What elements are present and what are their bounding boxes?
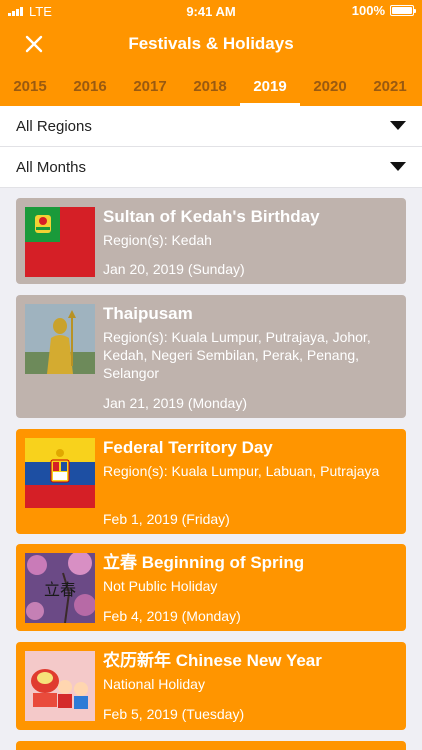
lion-dance-image bbox=[25, 651, 95, 721]
murugan-statue-image bbox=[25, 304, 95, 374]
holiday-region: Not Public Holiday bbox=[103, 578, 218, 594]
status-right: 100% bbox=[351, 3, 416, 18]
tab-year-2015[interactable]: 2015 bbox=[0, 66, 60, 106]
region-filter-label: All Regions bbox=[16, 118, 92, 135]
holiday-date: Feb 1, 2019 (Friday) bbox=[103, 511, 230, 527]
month-filter[interactable]: All Months bbox=[0, 147, 422, 188]
holiday-card-sultan-kedah-birthday[interactable]: Sultan of Kedah's Birthday Region(s): Ke… bbox=[16, 198, 406, 284]
spring-thumb-text: 立春 bbox=[44, 580, 76, 599]
holiday-date: Jan 21, 2019 (Monday) bbox=[103, 395, 247, 411]
card-text: Federal Territory Day Region(s): Kuala L… bbox=[103, 437, 400, 480]
page-title: Festivals & Holidays bbox=[128, 34, 294, 53]
region-filter[interactable]: All Regions bbox=[0, 106, 422, 147]
holiday-card-federal-territory-day[interactable]: Federal Territory Day Region(s): Kuala L… bbox=[16, 429, 406, 534]
card-text: 立春 Beginning of Spring Not Public Holida… bbox=[103, 552, 400, 595]
holiday-date: Jan 20, 2019 (Sunday) bbox=[103, 261, 245, 277]
spring-blossom-image: 立春 bbox=[25, 553, 95, 623]
holiday-date: Feb 5, 2019 (Tuesday) bbox=[103, 706, 245, 722]
tab-year-2016[interactable]: 2016 bbox=[60, 66, 120, 106]
holiday-name: 立春 Beginning of Spring bbox=[103, 553, 305, 572]
holiday-name: 农历新年 Chinese New Year bbox=[103, 651, 322, 670]
dropdown-arrow-icon bbox=[390, 162, 406, 171]
tab-year-2018[interactable]: 2018 bbox=[180, 66, 240, 106]
card-text: Thaipusam Region(s): Kuala Lumpur, Putra… bbox=[103, 303, 400, 382]
battery-percent: 100% bbox=[351, 3, 385, 18]
month-filter-label: All Months bbox=[16, 159, 87, 176]
card-text: 农历新年 Chinese New Year National Holiday bbox=[103, 650, 400, 693]
holiday-name: Federal Territory Day bbox=[103, 438, 273, 457]
dropdown-arrow-icon bbox=[390, 121, 406, 130]
holiday-region: Region(s): Kedah bbox=[103, 232, 212, 248]
holiday-name: Thaipusam bbox=[103, 304, 193, 323]
navigation-bar: Festivals & Holidays bbox=[0, 22, 422, 66]
holiday-region: Region(s): Kuala Lumpur, Putrajaya, Joho… bbox=[103, 329, 371, 381]
tab-year-2021[interactable]: 2021 bbox=[360, 66, 420, 106]
year-tabs: 2015 2016 2017 2018 2019 2020 2021 bbox=[0, 66, 422, 106]
tab-year-2017[interactable]: 2017 bbox=[120, 66, 180, 106]
kedah-flag-image bbox=[25, 207, 95, 277]
holiday-region: National Holiday bbox=[103, 676, 205, 692]
tab-year-2020[interactable]: 2020 bbox=[300, 66, 360, 106]
holiday-name: Sultan of Kedah's Birthday bbox=[103, 207, 320, 226]
holiday-region: Region(s): Kuala Lumpur, Labuan, Putraja… bbox=[103, 463, 380, 479]
holiday-date: Feb 4, 2019 (Monday) bbox=[103, 608, 241, 624]
tab-year-2019[interactable]: 2019 bbox=[240, 66, 300, 106]
federal-territory-flag-image bbox=[25, 438, 95, 508]
card-text: Sultan of Kedah's Birthday Region(s): Ke… bbox=[103, 206, 400, 249]
battery-icon bbox=[390, 5, 416, 16]
holiday-card-chinese-new-year[interactable]: 农历新年 Chinese New Year National Holiday F… bbox=[16, 642, 406, 730]
holiday-card-thaipusam[interactable]: Thaipusam Region(s): Kuala Lumpur, Putra… bbox=[16, 295, 406, 418]
status-bar: LTE 9:41 AM 100% bbox=[0, 0, 422, 22]
holiday-card-next[interactable] bbox=[16, 741, 406, 750]
holiday-card-beginning-of-spring[interactable]: 立春 立春 Beginning of Spring Not Public Hol… bbox=[16, 544, 406, 631]
